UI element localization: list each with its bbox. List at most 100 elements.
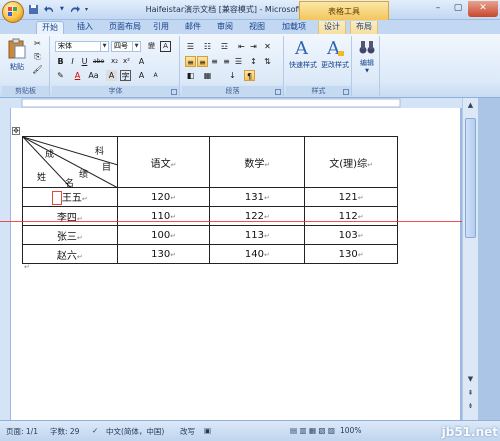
tab-page-layout[interactable]: 页面布局: [104, 21, 146, 34]
diagonal-header-cell[interactable]: 科 目 成 绩 姓 名: [22, 136, 118, 189]
minimize-icon[interactable]: –: [428, 1, 448, 17]
shading-icon[interactable]: ◧: [185, 70, 196, 81]
font-name-combo[interactable]: 宋体 ▼: [55, 41, 109, 52]
text-effects-icon[interactable]: ✎: [55, 70, 66, 81]
name-cell[interactable]: 张三↵: [22, 225, 118, 245]
score-cell[interactable]: 103↵: [304, 225, 398, 245]
scroll-up-icon[interactable]: ▲: [465, 100, 476, 111]
language-indicator[interactable]: 中文(简体，中国): [106, 426, 164, 437]
undo-dropdown-icon[interactable]: ▼: [60, 4, 65, 15]
grow-font-icon[interactable]: A: [136, 70, 147, 81]
tab-references[interactable]: 引用: [148, 21, 174, 34]
font-size-combo[interactable]: 四号 ▼: [111, 41, 141, 52]
multilevel-list-icon[interactable]: ☲: [219, 41, 230, 52]
office-button[interactable]: [2, 1, 24, 23]
tab-layout[interactable]: 布局: [350, 21, 378, 34]
chinese-layout-icon[interactable]: ✕: [262, 41, 273, 52]
horizontal-ruler[interactable]: [0, 98, 500, 108]
scroll-down-icon[interactable]: ▼: [465, 374, 476, 385]
score-cell[interactable]: 131↵: [209, 187, 306, 207]
align-center-icon[interactable]: ≡: [197, 56, 208, 67]
shrink-font-icon[interactable]: A: [150, 70, 161, 81]
redo-icon[interactable]: [69, 4, 81, 15]
name-cell[interactable]: 王五↵: [22, 187, 118, 207]
score-cell[interactable]: 140↵: [209, 244, 306, 264]
score-cell[interactable]: 120↵: [116, 187, 211, 207]
column-header[interactable]: 数学↵: [209, 136, 306, 188]
strikethrough-icon[interactable]: abe: [93, 56, 104, 67]
maximize-icon[interactable]: ▢: [448, 1, 468, 17]
tab-design[interactable]: 设计: [318, 21, 346, 34]
increase-indent-icon[interactable]: ⇥: [248, 41, 259, 52]
score-cell[interactable]: 130↵: [116, 244, 211, 264]
distributed-icon[interactable]: ☰: [233, 56, 244, 67]
line-spacing-icon[interactable]: ↕: [248, 56, 259, 67]
tab-view[interactable]: 视图: [244, 21, 270, 34]
cut-icon[interactable]: ✂: [32, 38, 43, 49]
paste-button[interactable]: 粘贴: [6, 38, 28, 72]
clear-format-icon[interactable]: A: [136, 56, 147, 67]
score-table[interactable]: 科 目 成 绩 姓 名 语文↵ 数学↵ 文(理)综↵ 王五↵ 120↵ 131↵…: [22, 136, 398, 264]
prev-page-icon[interactable]: ⇞: [465, 388, 476, 399]
char-shading-icon[interactable]: A: [106, 70, 117, 81]
align-left-icon[interactable]: ≡: [185, 56, 196, 67]
align-right-icon[interactable]: ≡: [209, 56, 220, 67]
tab-addins[interactable]: 加载项: [277, 21, 311, 34]
insert-mode[interactable]: 改写: [180, 426, 195, 437]
underline-icon[interactable]: U: [79, 56, 90, 67]
borders-icon[interactable]: ▦: [202, 70, 213, 81]
numbering-icon[interactable]: ☷: [202, 41, 213, 52]
score-cell[interactable]: 121↵: [304, 187, 398, 207]
score-cell[interactable]: 100↵: [116, 225, 211, 245]
view-buttons[interactable]: ▤ ▥ ▦ ▧ ▨: [290, 426, 335, 435]
justify-icon[interactable]: ≡: [221, 56, 232, 67]
word-count[interactable]: 字数: 29: [50, 426, 79, 437]
score-cell[interactable]: 113↵: [209, 225, 306, 245]
font-size-adjust-icon[interactable]: Aa: [88, 70, 99, 81]
undo-icon[interactable]: [44, 4, 56, 15]
pinyin-icon[interactable]: 變: [146, 41, 157, 52]
macro-icon[interactable]: ▣: [204, 426, 211, 435]
dialog-launcher-icon[interactable]: [275, 89, 281, 95]
save-icon[interactable]: [28, 4, 40, 15]
score-cell[interactable]: 130↵: [304, 244, 398, 264]
next-page-icon[interactable]: ⇟: [465, 401, 476, 412]
dialog-launcher-icon[interactable]: [343, 89, 349, 95]
zoom-level[interactable]: 100%: [340, 426, 361, 435]
dialog-launcher-icon[interactable]: [171, 89, 177, 95]
vertical-ruler[interactable]: [0, 108, 10, 420]
tab-review[interactable]: 审阅: [212, 21, 238, 34]
copy-icon[interactable]: ⎘: [32, 51, 43, 62]
format-painter-icon[interactable]: 🖌: [32, 64, 43, 75]
enclose-char-icon[interactable]: 字: [120, 70, 131, 81]
char-border-icon[interactable]: A: [160, 41, 171, 52]
tab-mailings[interactable]: 邮件: [180, 21, 206, 34]
subscript-icon[interactable]: x₂: [109, 56, 120, 67]
sort-icon[interactable]: ⇅: [262, 56, 273, 67]
quick-styles-button[interactable]: A 快速样式: [288, 38, 318, 70]
column-header[interactable]: 语文↵: [116, 136, 211, 188]
bullets-icon[interactable]: ☰: [185, 41, 196, 52]
page-indicator[interactable]: 页面: 1/1: [6, 426, 38, 437]
tab-home[interactable]: 开始: [36, 21, 64, 34]
superscript-icon[interactable]: x²: [121, 56, 132, 67]
table-move-handle-icon[interactable]: ✥: [12, 127, 20, 135]
bold-icon[interactable]: B: [55, 56, 66, 67]
italic-icon[interactable]: I: [67, 56, 78, 67]
font-color-icon[interactable]: A: [72, 70, 83, 81]
customize-qat-icon[interactable]: ▾: [85, 4, 93, 15]
show-marks-icon[interactable]: ¶: [244, 70, 255, 81]
score-cell[interactable]: 122↵: [209, 206, 306, 226]
tab-insert[interactable]: 插入: [72, 21, 98, 34]
scroll-thumb[interactable]: [465, 118, 476, 238]
score-cell[interactable]: 112↵: [304, 206, 398, 226]
editing-button[interactable]: 编辑 ▼: [356, 38, 378, 74]
name-cell[interactable]: 赵六↵: [22, 244, 118, 264]
decrease-indent-icon[interactable]: ⇤: [236, 41, 247, 52]
name-cell[interactable]: 李四↵: [22, 206, 118, 226]
sort-az-icon[interactable]: ↓: [227, 70, 238, 81]
vertical-scrollbar[interactable]: ▲ ▼ ⇞ ⇟: [462, 98, 478, 420]
change-styles-button[interactable]: A 更改样式: [320, 38, 350, 70]
score-cell[interactable]: 110↵: [116, 206, 211, 226]
close-icon[interactable]: ✕: [468, 1, 498, 17]
